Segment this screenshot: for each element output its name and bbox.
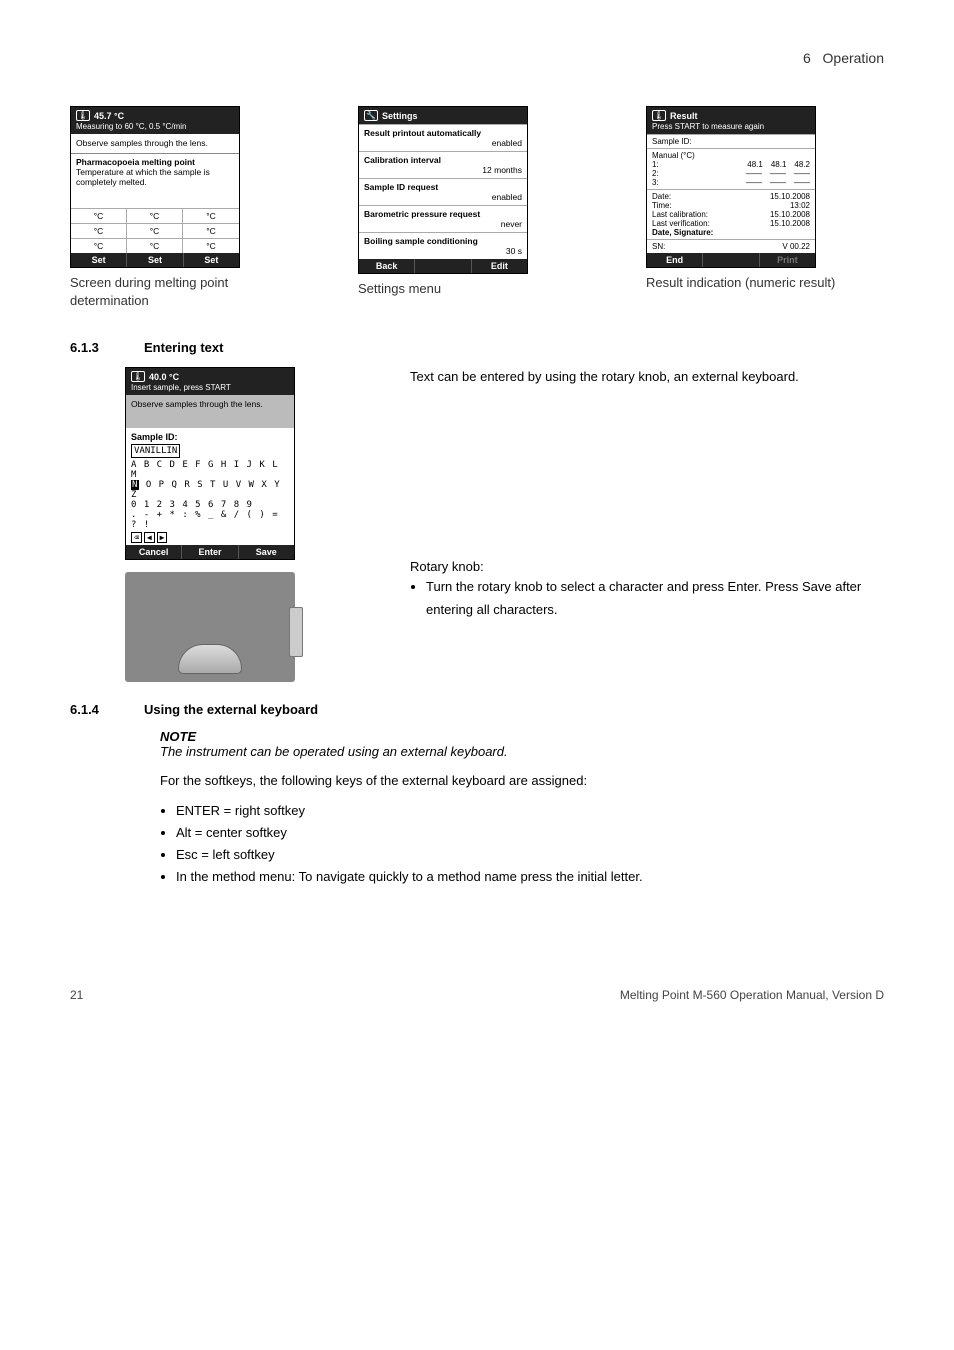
temp-grid: °C°C°C °C°C°C °C°C°C: [71, 208, 239, 253]
chapter-number: 6: [803, 50, 811, 66]
textentry-temp: 40.0 °C: [149, 372, 179, 382]
page-number: 21: [70, 988, 83, 1002]
note-text: The instrument can be operated using an …: [160, 744, 884, 759]
settings-caption: Settings menu: [358, 280, 596, 298]
page-footer: 21 Melting Point M-560 Operation Manual,…: [70, 988, 884, 1002]
set-button[interactable]: Set: [184, 253, 239, 267]
doc-title: Melting Point M-560 Operation Manual, Ve…: [620, 988, 884, 1002]
wrench-icon: 🔧: [364, 110, 378, 121]
set-button[interactable]: Set: [127, 253, 183, 267]
sample-id-input[interactable]: VANILLIN: [131, 444, 180, 458]
charset-row[interactable]: A B C D E F G H I J K L M: [126, 460, 294, 480]
set-button[interactable]: Set: [71, 253, 127, 267]
result-caption: Result indication (numeric result): [646, 274, 884, 292]
melting-sub: Measuring to 60 °C, 0.5 °C/min: [76, 122, 234, 131]
list-item: ENTER = right softkey: [176, 800, 884, 822]
screenshot-row: 🌡 45.7 °C Measuring to 60 °C, 0.5 °C/min…: [70, 106, 884, 310]
charset-row[interactable]: N O P Q R S T U V W X Y Z: [126, 480, 294, 500]
rotary-knob-bullet: Turn the rotary knob to select a charact…: [426, 576, 884, 620]
list-item: Alt = center softkey: [176, 822, 884, 844]
melting-temp: 45.7 °C: [94, 111, 124, 121]
back-button[interactable]: Back: [359, 259, 415, 273]
enter-button[interactable]: Enter: [182, 545, 238, 559]
mp-title: Pharmacopoeia melting point: [76, 157, 234, 167]
list-item: Esc = left softkey: [176, 844, 884, 866]
melting-observe: Observe samples through the lens.: [71, 134, 239, 153]
setting-row[interactable]: Calibration interval 12 months: [359, 151, 527, 178]
settings-screen: 🔧 Settings Result printout automatically…: [358, 106, 528, 274]
left-arrow-icon[interactable]: ◀: [144, 532, 155, 543]
thermometer-icon: 🌡: [652, 110, 666, 121]
setting-row[interactable]: Sample ID request enabled: [359, 178, 527, 205]
cancel-button[interactable]: Cancel: [126, 545, 182, 559]
charset-row[interactable]: 0 1 2 3 4 5 6 7 8 9: [126, 500, 294, 510]
setting-row[interactable]: Barometric pressure request never: [359, 205, 527, 232]
section-6-1-3: 6.1.3 Entering text: [70, 340, 884, 355]
thermometer-icon: 🌡: [76, 110, 90, 121]
nav-icons[interactable]: ⌫ ◀ ▶: [126, 530, 294, 545]
setting-row[interactable]: Boiling sample conditioning 30 s: [359, 232, 527, 259]
chapter-title: Operation: [823, 50, 884, 66]
thermometer-icon: 🌡: [131, 371, 145, 382]
softkeys-intro: For the softkeys, the following keys of …: [160, 771, 884, 791]
end-button[interactable]: End: [647, 253, 703, 267]
backspace-icon[interactable]: ⌫: [131, 532, 142, 543]
list-item: In the method menu: To navigate quickly …: [176, 866, 884, 888]
mp-desc: Temperature at which the sample is compl…: [76, 167, 234, 187]
save-button[interactable]: Save: [239, 545, 294, 559]
charset-row[interactable]: . - + * : % _ & / ( ) = ? !: [126, 510, 294, 530]
right-arrow-icon[interactable]: ▶: [157, 532, 168, 543]
melting-screen: 🌡 45.7 °C Measuring to 60 °C, 0.5 °C/min…: [70, 106, 240, 268]
page-header: 6 Operation: [70, 50, 884, 66]
text-entry-screen: 🌡 40.0 °C Insert sample, press START Obs…: [125, 367, 295, 560]
melting-caption: Screen during melting point determinatio…: [70, 274, 308, 310]
result-sub: Press START to measure again: [652, 122, 810, 131]
setting-row[interactable]: Result printout automatically enabled: [359, 124, 527, 151]
rotary-knob-heading: Rotary knob:: [410, 557, 884, 577]
softkey-list: ENTER = right softkey Alt = center softk…: [176, 800, 884, 888]
rotary-knob-image: [125, 572, 295, 682]
edit-button[interactable]: Edit: [472, 259, 527, 273]
note-label: NOTE: [160, 729, 884, 744]
result-screen: 🌡 Result Press START to measure again Sa…: [646, 106, 816, 268]
sample-id-label: Sample ID:: [131, 432, 178, 442]
result-title: Result: [670, 111, 698, 121]
section-6-1-4: 6.1.4 Using the external keyboard: [70, 702, 884, 717]
settings-title: Settings: [382, 111, 418, 121]
print-button[interactable]: Print: [760, 253, 815, 267]
text-entry-intro: Text can be entered by using the rotary …: [410, 367, 884, 387]
